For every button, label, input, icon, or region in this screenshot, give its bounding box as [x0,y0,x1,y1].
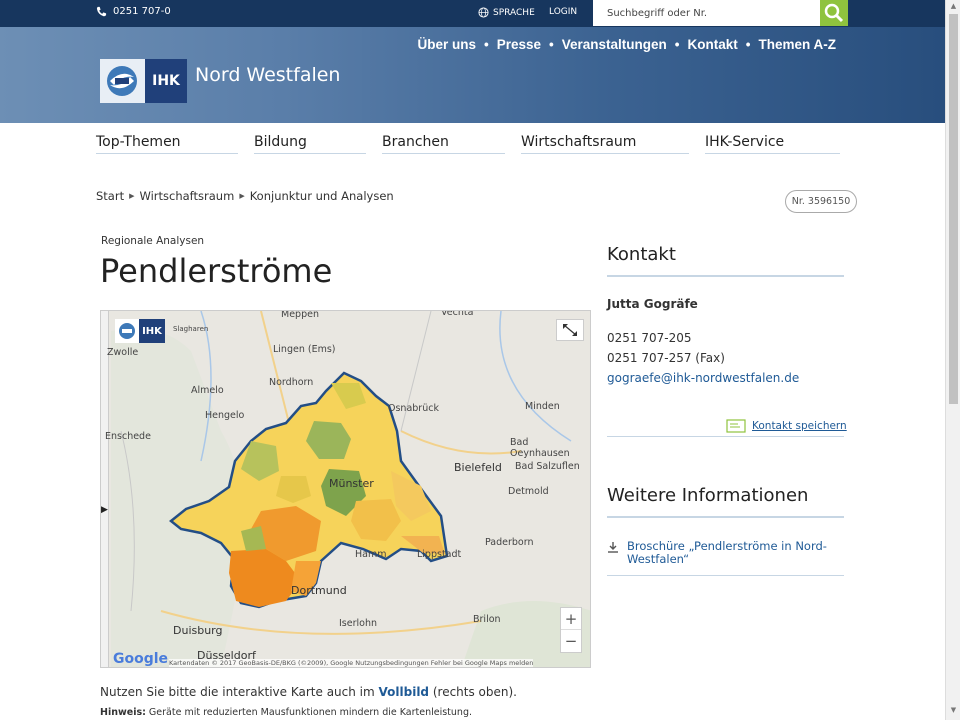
map-label: Almelo [191,385,224,396]
scroll-thumb[interactable] [949,14,958,404]
nav-press[interactable]: Presse [497,37,541,52]
map-label: Bad Salzuflen [515,461,580,472]
save-contact-link[interactable]: Kontakt speichern [726,419,847,433]
nav-about[interactable]: Über uns [417,37,476,52]
fullscreen-icon [563,324,577,336]
map-label: Hengelo [205,410,245,421]
phone-info[interactable]: 0251 707-0 [96,6,171,17]
login-link[interactable]: LOGIN [549,7,577,17]
expand-arrow-icon: ▶ [101,505,108,515]
map-label: Nordhorn [269,377,314,388]
subnav-bildung[interactable]: Bildung [254,134,366,154]
page-title: Pendlerströme [100,252,333,290]
map-label: Minden [525,401,560,412]
breadcrumb: Start ▶ Wirtschaftsraum ▶ Konjunktur und… [96,189,394,203]
globe-icon [478,7,489,18]
search-button[interactable] [820,0,848,26]
map-label: Slagharen [173,325,209,333]
subnav-ihk-service[interactable]: IHK-Service [705,134,840,154]
map-label: Lippstadt [417,549,462,560]
map-label: Duisburg [173,624,223,637]
page-kicker: Regionale Analysen [101,235,205,247]
breadcrumb-separator-icon: ▶ [129,192,135,200]
map-label: Lingen (Ems) [273,344,336,355]
map-logo-text: IHK [139,319,165,343]
subnav-wirtschaftsraum[interactable]: Wirtschaftsraum [521,134,689,154]
map-label: Enschede [105,431,151,442]
subnav-top-themen[interactable]: Top-Themen [96,134,238,154]
interactive-map[interactable]: ▶ IHK Meppen Vechta Zwolle Lingen (Ems) … [100,310,591,668]
brochure-download-link[interactable]: Broschüre „Pendlerströme in Nord-Westfal… [607,540,844,576]
contact-name: Jutta Gogräfe [607,297,698,311]
map-label: Dortmund [291,584,347,597]
brand-name[interactable]: Nord Westfalen [195,64,340,86]
sub-nav: Top-Themen Bildung Branchen Wirtschaftsr… [96,134,856,154]
nav-events[interactable]: Veranstaltungen [562,37,667,52]
map-label: Vechta [441,310,474,318]
contact-section: Kontakt [607,244,844,277]
breadcrumb-wirtschaftsraum[interactable]: Wirtschaftsraum [139,189,234,203]
map-label: Osnabrück [388,403,439,414]
zoom-out-button[interactable]: − [561,630,581,652]
language-switch[interactable]: SPRACHE [478,7,535,18]
main-nav: Über uns • Presse • Veranstaltungen • Konta… [417,37,836,52]
more-info-heading: Weitere Informationen [607,485,844,518]
breadcrumb-start[interactable]: Start [96,189,124,203]
contact-email-link[interactable]: gograefe@ihk-nordwestfalen.de [607,371,799,385]
scroll-down-icon[interactable]: ▼ [949,706,958,716]
document-number-badge: Nr. 3596150 [785,190,857,213]
download-icon [608,542,618,553]
fullscreen-button[interactable] [556,319,584,341]
hint-note: Hinweis: Geräte mit reduzierten Mausfunk… [100,707,472,718]
map-label: Bielefeld [454,461,502,474]
map-ihk-logo: IHK [115,319,165,343]
subnav-branchen[interactable]: Branchen [382,134,505,154]
map-label: Paderborn [485,537,534,548]
google-logo: Google [113,651,169,667]
breadcrumb-separator-icon: ▶ [239,192,245,200]
map-label: Hamm [355,549,387,560]
contact-heading: Kontakt [607,244,844,277]
vcard-icon [726,419,746,433]
phone-number: 0251 707-0 [113,6,171,17]
logo-swirl-icon [115,319,139,343]
fullscreen-link[interactable]: Vollbild [379,685,430,699]
map-label: Münster [329,477,374,490]
map-label: Iserlohn [339,618,377,629]
contact-phone[interactable]: 0251 707-205 [607,331,692,345]
breadcrumb-konjunktur[interactable]: Konjunktur und Analysen [250,189,394,203]
map-label: Detmold [508,486,549,497]
nav-topics-az[interactable]: Themen A-Z [759,37,837,52]
map-label: Brilon [473,614,501,625]
ihk-logo[interactable]: IHK [100,59,187,103]
divider [607,436,844,437]
save-contact-label: Kontakt speichern [752,420,847,432]
language-label: SPRACHE [493,7,535,18]
search-icon [824,3,844,23]
brochure-link-label: Broschüre „Pendlerströme in Nord-Westfal… [627,539,827,566]
zoom-in-button[interactable]: + [561,608,581,631]
zoom-controls: + − [560,607,582,653]
page-scrollbar[interactable]: ▲ ▼ [945,0,960,720]
contact-fax: 0251 707-257 (Fax) [607,351,725,365]
scroll-up-icon[interactable]: ▲ [949,2,958,12]
map-attribution[interactable]: Kartendaten © 2017 GeoBasis-DE/BKG (©200… [169,659,534,667]
phone-icon [96,6,107,17]
hint-text: Geräte mit reduzierten Mausfunktionen mi… [145,707,473,718]
site-header: IHK Nord Westfalen Über uns • Presse • Ver… [0,27,945,123]
map-label: Zwolle [107,347,139,358]
fullscreen-note: Nutzen Sie bitte die interaktive Karte a… [100,685,517,699]
logo-text: IHK [145,59,187,103]
logo-swirl-icon [100,59,145,103]
map-label: Bad Oeynhausen [510,437,570,459]
hint-label: Hinweis: [100,707,146,718]
nav-contact[interactable]: Kontakt [688,37,738,52]
search-input[interactable] [593,0,820,26]
map-label: Meppen [281,310,319,320]
map-side-toggle[interactable]: ▶ [101,311,109,667]
